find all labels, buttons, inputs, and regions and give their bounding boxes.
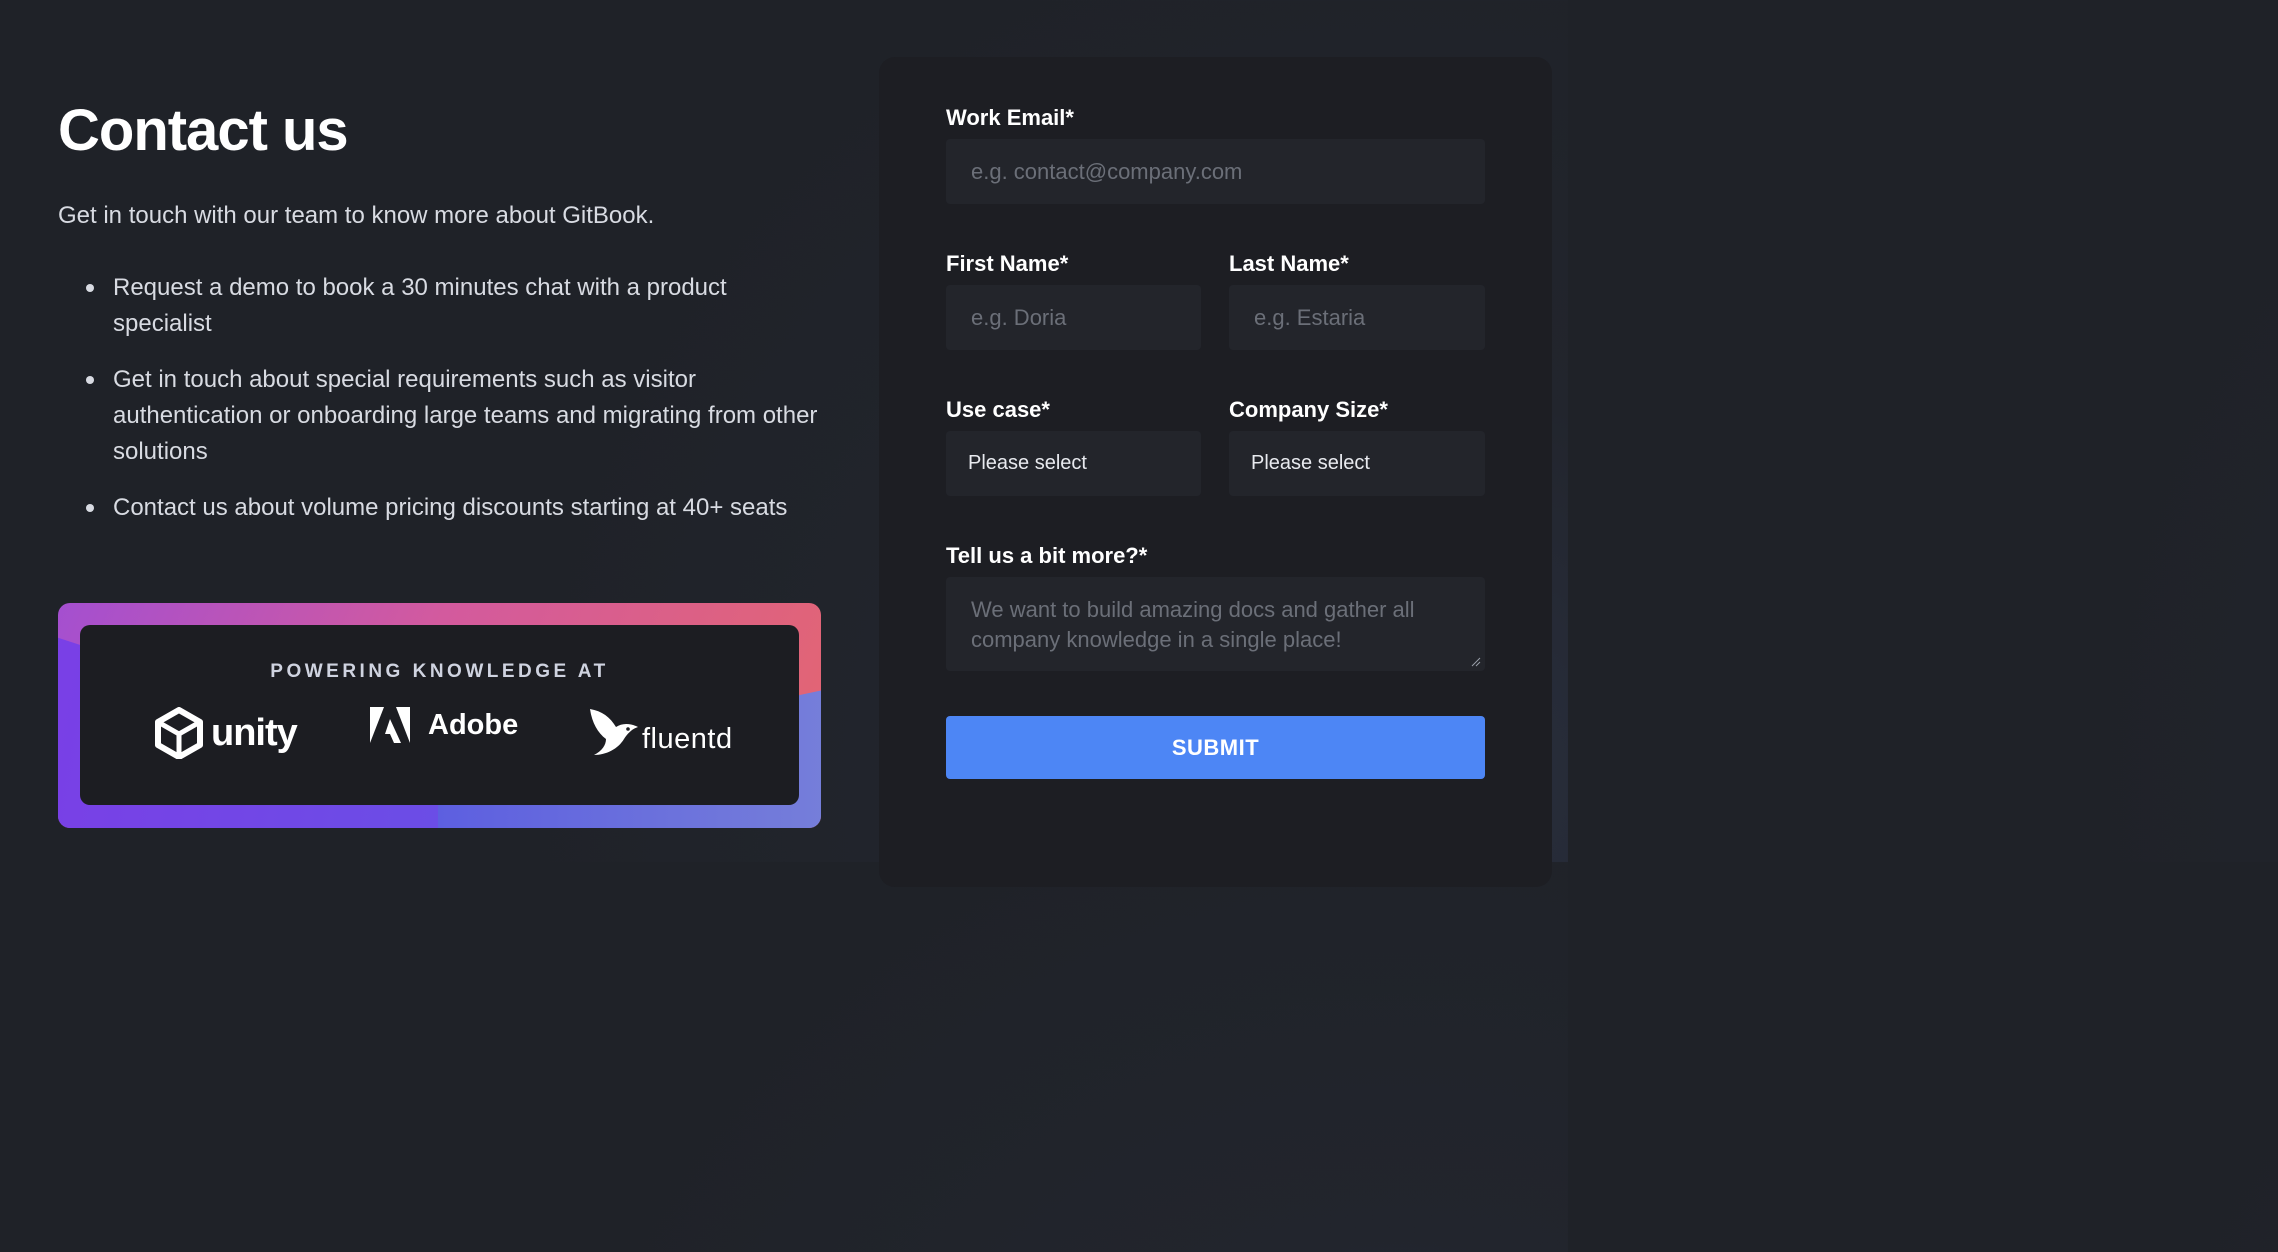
company-size-select[interactable]: Please select [1229,431,1485,496]
unity-logo: unity [153,707,298,759]
last-name-label: Last Name* [1229,251,1349,276]
page-title: Contact us [58,98,349,163]
submit-button[interactable]: SUBMIT [946,716,1485,779]
bullet-icon [86,376,94,384]
first-name-label: First Name* [946,251,1069,276]
resize-handle-icon[interactable] [1471,657,1481,667]
fluentd-logo: fluentd [588,707,733,757]
work-email-field[interactable]: e.g. contact@company.com [946,139,1485,204]
list-item: Get in touch about special requirements … [86,362,826,470]
bullet-icon [86,504,94,512]
customer-logos-banner: POWERING KNOWLEDGE AT unity Adobe fluent… [58,603,821,828]
more-info-label: Tell us a bit more?* [946,543,1148,568]
feature-list: Request a demo to book a 30 minutes chat… [86,270,826,546]
contact-form: Work Email* e.g. contact@company.com Fir… [879,57,1552,887]
bullet-icon [86,284,94,292]
list-item: Request a demo to book a 30 minutes chat… [86,270,826,342]
use-case-label: Use case* [946,397,1050,422]
adobe-icon [370,707,410,743]
intro-text: Get in touch with our team to know more … [58,202,655,229]
bird-icon [590,709,638,755]
logos-heading: POWERING KNOWLEDGE AT [270,661,609,682]
last-name-field[interactable]: e.g. Estaria [1229,285,1485,350]
work-email-label: Work Email* [946,105,1074,130]
more-info-textarea[interactable]: We want to build amazing docs and gather… [946,577,1485,671]
list-item: Contact us about volume pricing discount… [86,490,826,526]
company-size-label: Company Size* [1229,397,1388,422]
adobe-logo: Adobe [370,707,518,743]
first-name-field[interactable]: e.g. Doria [946,285,1201,350]
use-case-select[interactable]: Please select [946,431,1201,496]
unity-icon [155,707,203,759]
